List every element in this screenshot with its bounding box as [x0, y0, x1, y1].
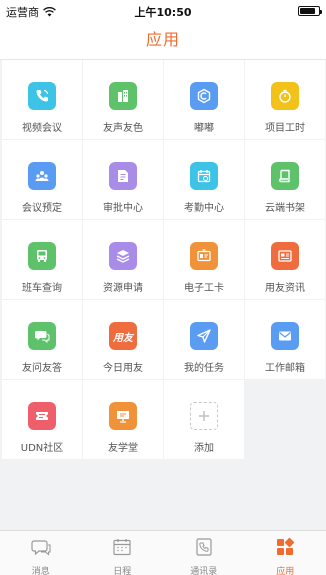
app-label: 添加: [194, 443, 214, 454]
app-project-hours[interactable]: 项目工时: [245, 60, 325, 139]
app-grid: 视频会议 友声友色 嘟嘟 项目工时会议预定 审批中心 考勤中心 云端书架班车查询 资源申请 电子…: [2, 60, 325, 459]
tab-label: 消息: [31, 567, 50, 575]
app-work-mail[interactable]: 工作邮箱: [245, 300, 325, 379]
send-icon: [190, 322, 218, 350]
tab-apps[interactable]: 应用: [245, 531, 326, 575]
calendar-clock-icon: [190, 162, 218, 190]
tab-contacts[interactable]: 通讯录: [163, 531, 245, 575]
battery-fill: [300, 8, 316, 14]
app-label: 嘟嘟: [194, 123, 214, 134]
hexagon-c-icon: [190, 82, 218, 110]
app-label: 友学堂: [108, 443, 138, 454]
app-label: 今日用友: [103, 363, 143, 374]
app-label: 考勤中心: [184, 203, 224, 214]
app-screen: 运营商 上午10:50 应用 视频会议 友声友色 嘟嘟 项目工时会议预定 审批中心 考勤中…: [0, 0, 326, 575]
battery-icon: [298, 6, 322, 16]
app-label: 会议预定: [22, 203, 62, 214]
contact-book-icon: [194, 537, 214, 561]
app-add[interactable]: 添加: [164, 380, 244, 459]
bus-icon: [28, 242, 56, 270]
chat-icon: [28, 322, 56, 350]
yonyou-logo-icon: 用友: [109, 322, 137, 350]
app-attendance-center[interactable]: 考勤中心: [164, 140, 244, 219]
app-label: 项目工时: [265, 123, 305, 134]
plus-icon: [190, 402, 218, 430]
building-icon: [109, 82, 137, 110]
nav-bar: 应用: [0, 22, 326, 60]
apps-grid-icon: [275, 537, 295, 561]
app-label: 审批中心: [103, 203, 143, 214]
tab-label: 通讯录: [190, 567, 218, 575]
app-icon-text: 用友: [113, 332, 133, 344]
document-icon: [109, 162, 137, 190]
app-label: 友问友答: [22, 363, 62, 374]
app-approval-center[interactable]: 审批中心: [83, 140, 163, 219]
app-dudu[interactable]: 嘟嘟: [164, 60, 244, 139]
app-meeting-booking[interactable]: 会议预定: [2, 140, 82, 219]
id-card-icon: [190, 242, 218, 270]
app-label: 视频会议: [22, 123, 62, 134]
page-title: 应用: [145, 30, 180, 49]
tab-messages[interactable]: 消息: [0, 531, 82, 575]
app-friends-qa[interactable]: 友问友答: [2, 300, 82, 379]
app-today-yonyou[interactable]: 用友 今日用友: [83, 300, 163, 379]
app-label: 我的任务: [184, 363, 224, 374]
app-label: UDN社区: [20, 443, 64, 454]
app-e-badge[interactable]: 电子工卡: [164, 220, 244, 299]
app-resource-request[interactable]: 资源申请: [83, 220, 163, 299]
app-label: 资源申请: [103, 283, 143, 294]
tab-schedule[interactable]: 日程: [82, 531, 164, 575]
app-video-conference[interactable]: 视频会议: [2, 60, 82, 139]
app-label: 用友资讯: [265, 283, 305, 294]
timer-icon: [271, 82, 299, 110]
app-friends-school[interactable]: 友学堂: [83, 380, 163, 459]
app-label: 云端书架: [265, 203, 305, 214]
app-label: 班车查询: [22, 283, 62, 294]
app-cloud-bookshelf[interactable]: 云端书架: [245, 140, 325, 219]
calendar-icon: [112, 537, 132, 561]
book-icon: [271, 162, 299, 190]
app-shuttle-query[interactable]: 班车查询: [2, 220, 82, 299]
app-label: 工作邮箱: [265, 363, 305, 374]
chat-bubble-icon: [31, 537, 51, 561]
presentation-icon: [109, 402, 137, 430]
status-bar: 运营商 上午10:50: [0, 0, 326, 22]
phone-icon: [28, 82, 56, 110]
app-label: 友声友色: [103, 123, 143, 134]
news-icon: [271, 242, 299, 270]
ticket-icon: [28, 402, 56, 430]
app-udn-community[interactable]: UDN社区: [2, 380, 82, 459]
layers-icon: [109, 242, 137, 270]
tab-label: 应用: [276, 567, 295, 575]
people-icon: [28, 162, 56, 190]
app-my-tasks[interactable]: 我的任务: [164, 300, 244, 379]
app-yonyou-news[interactable]: 用友资讯: [245, 220, 325, 299]
tab-bar: 消息 日程 通讯录 应用: [0, 530, 326, 575]
app-friends-voice[interactable]: 友声友色: [83, 60, 163, 139]
app-label: 电子工卡: [184, 283, 224, 294]
mail-icon: [271, 322, 299, 350]
status-time: 上午10:50: [134, 6, 192, 19]
tab-label: 日程: [113, 567, 132, 575]
